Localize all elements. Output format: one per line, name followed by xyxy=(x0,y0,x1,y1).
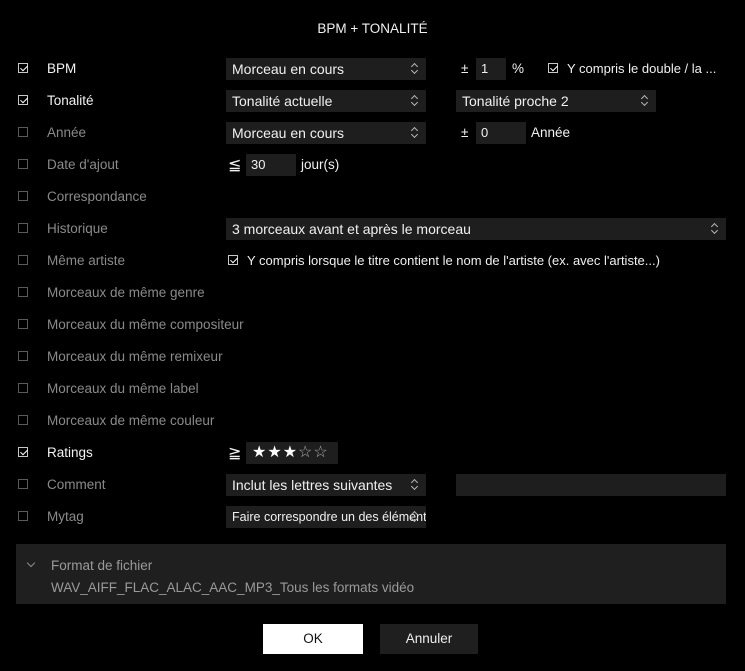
same-genre-label: Morceaux de même genre xyxy=(47,285,205,300)
row-mytag: Mytag Faire correspondre un des éléments xyxy=(0,506,745,528)
ratings-checkbox[interactable] xyxy=(18,447,28,457)
match-label: Correspondance xyxy=(47,189,147,204)
bpm-source-value: Morceau en cours xyxy=(232,61,345,77)
comment-checkbox[interactable] xyxy=(18,479,28,489)
updown-arrows-icon xyxy=(711,223,719,235)
updown-arrows-icon xyxy=(411,95,419,107)
key-source-select[interactable]: Tonalité actuelle xyxy=(226,90,426,112)
same-artist-label: Même artiste xyxy=(47,253,126,268)
updown-arrows-icon xyxy=(411,127,419,139)
bpm-double-label: Y compris le double / la ... xyxy=(567,61,717,76)
updown-arrows-icon xyxy=(411,479,419,491)
file-format-value: WAV_AIFF_FLAC_ALAC_AAC_MP3_Tous les form… xyxy=(51,580,415,595)
history-select[interactable]: 3 morceaux avant et après le morceau xyxy=(226,218,726,240)
history-value: 3 morceaux avant et après le morceau xyxy=(232,221,471,237)
key-source-value: Tonalité actuelle xyxy=(232,93,333,109)
mytag-label: Mytag xyxy=(47,509,84,524)
row-same-composer: Morceaux du même compositeur xyxy=(0,314,745,336)
year-checkbox[interactable] xyxy=(18,127,28,137)
bpm-source-select[interactable]: Morceau en cours xyxy=(226,58,426,80)
row-same-remixer: Morceaux du même remixeur xyxy=(0,346,745,368)
date-added-operator: ≦ xyxy=(228,157,242,174)
bpm-double-checkbox[interactable] xyxy=(548,63,558,73)
updown-arrows-icon xyxy=(411,511,419,523)
key-proximity-select[interactable]: Tonalité proche 2 xyxy=(456,90,656,112)
mytag-mode-select[interactable]: Faire correspondre un des éléments xyxy=(226,506,426,528)
history-checkbox[interactable] xyxy=(18,223,28,233)
same-genre-checkbox[interactable] xyxy=(18,287,28,297)
ratings-operator: ≧ xyxy=(228,445,242,462)
comment-mode-value: Inclut les lettres suivantes xyxy=(232,477,393,493)
same-color-label: Morceaux de même couleur xyxy=(47,413,215,428)
same-label-checkbox[interactable] xyxy=(18,383,28,393)
same-remixer-checkbox[interactable] xyxy=(18,351,28,361)
year-range-input[interactable]: 0 xyxy=(476,122,526,144)
file-format-panel[interactable]: Format de fichier WAV_AIFF_FLAC_ALAC_AAC… xyxy=(16,544,726,604)
same-label-label: Morceaux du même label xyxy=(47,381,199,396)
mytag-checkbox[interactable] xyxy=(18,511,28,521)
comment-mode-select[interactable]: Inclut les lettres suivantes xyxy=(226,474,426,496)
year-source-select[interactable]: Morceau en cours xyxy=(226,122,426,144)
same-composer-checkbox[interactable] xyxy=(18,319,28,329)
date-added-label: Date d'ajout xyxy=(47,157,119,172)
ratings-stars[interactable]: ★★★☆☆ xyxy=(246,442,338,464)
star-empty-icon: ☆☆ xyxy=(298,444,329,461)
dialog-title: BPM + TONALITÉ xyxy=(317,21,428,36)
year-label: Année xyxy=(47,125,87,140)
chevron-down-icon[interactable] xyxy=(26,558,36,568)
row-match: Correspondance xyxy=(0,186,745,208)
updown-arrows-icon xyxy=(411,63,419,75)
bpm-checkbox[interactable] xyxy=(18,63,28,73)
row-same-artist: Même artiste Y compris lorsque le titre … xyxy=(0,250,745,272)
mytag-mode-value: Faire correspondre un des éléments xyxy=(232,510,426,524)
year-source-value: Morceau en cours xyxy=(232,125,345,141)
year-unit: Année xyxy=(531,125,571,140)
row-same-genre: Morceaux de même genre xyxy=(0,282,745,304)
same-artist-checkbox[interactable] xyxy=(18,255,28,265)
same-color-checkbox[interactable] xyxy=(18,415,28,425)
key-checkbox[interactable] xyxy=(18,95,28,105)
history-label: Historique xyxy=(47,221,108,236)
row-ratings: Ratings ≧ ★★★☆☆ xyxy=(0,442,745,464)
date-added-unit: jour(s) xyxy=(301,157,340,172)
same-artist-option-label: Y compris lorsque le titre contient le n… xyxy=(247,253,660,268)
ok-button[interactable]: OK xyxy=(263,624,363,654)
date-added-input[interactable]: 30 xyxy=(246,154,296,176)
cancel-button[interactable]: Annuler xyxy=(380,624,478,654)
row-bpm: BPM Morceau en cours ± 1 % Y compris le … xyxy=(0,58,745,80)
key-proximity-value: Tonalité proche 2 xyxy=(462,93,569,109)
same-artist-option-checkbox[interactable] xyxy=(228,255,238,265)
star-filled-icon: ★★★ xyxy=(252,444,299,461)
key-label: Tonalité xyxy=(47,93,94,108)
row-date-added: Date d'ajout ≦ 30 jour(s) xyxy=(0,154,745,176)
same-remixer-label: Morceaux du même remixeur xyxy=(47,349,223,364)
comment-label: Comment xyxy=(47,477,106,492)
row-same-color: Morceaux de même couleur xyxy=(0,410,745,432)
date-added-checkbox[interactable] xyxy=(18,159,28,169)
row-history: Historique 3 morceaux avant et après le … xyxy=(0,218,745,240)
bpm-plusminus: ± xyxy=(461,61,469,76)
match-checkbox[interactable] xyxy=(18,191,28,201)
bpm-unit: % xyxy=(512,61,525,76)
file-format-title: Format de fichier xyxy=(51,558,153,573)
row-key: Tonalité Tonalité actuelle Tonalité proc… xyxy=(0,90,745,112)
updown-arrows-icon xyxy=(641,95,649,107)
ratings-label: Ratings xyxy=(47,445,93,460)
row-year: Année Morceau en cours ± 0 Année xyxy=(0,122,745,144)
year-plusminus: ± xyxy=(461,125,469,140)
bpm-label: BPM xyxy=(47,61,77,76)
row-same-label: Morceaux du même label xyxy=(0,378,745,400)
same-composer-label: Morceaux du même compositeur xyxy=(47,317,244,332)
row-comment: Comment Inclut les lettres suivantes xyxy=(0,474,745,496)
comment-text-input[interactable] xyxy=(456,474,726,496)
bpm-range-input[interactable]: 1 xyxy=(476,58,506,80)
